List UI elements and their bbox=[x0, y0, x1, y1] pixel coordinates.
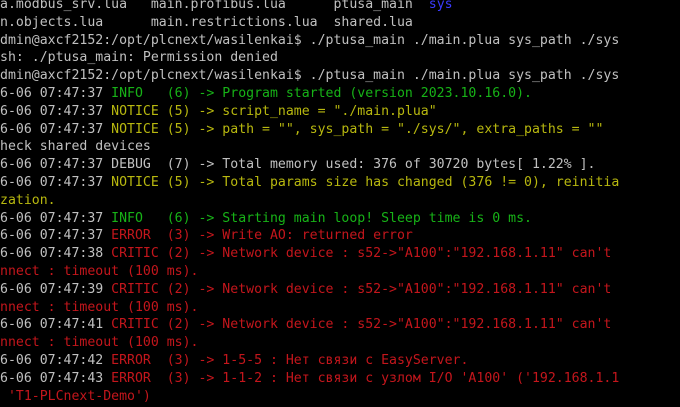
terminal-text: sys bbox=[428, 0, 453, 12]
terminal-text: 6-06 07:47:37 bbox=[0, 210, 112, 226]
terminal-output: a.modbus_srv.lua main.profibus.lua ptusa… bbox=[0, 0, 680, 405]
terminal-text: 6-06 07:47:38 bbox=[0, 246, 112, 262]
terminal-text: ERROR (3) -> 1-5-5 : Нет связи с EasySer… bbox=[111, 352, 469, 368]
terminal-line: zation. bbox=[0, 192, 680, 210]
terminal-text: 6-06 07:47:37 bbox=[0, 174, 112, 190]
terminal-line: a.modbus_srv.lua main.profibus.lua ptusa… bbox=[0, 0, 680, 14]
terminal-text: dmin@axcf2152:/opt/plcnext/wasilenkai$ .… bbox=[0, 32, 620, 48]
terminal-line: heck shared devices bbox=[0, 138, 680, 156]
terminal-text: 6-06 07:47:37 bbox=[0, 85, 112, 101]
terminal-text: 6-06 07:47:37 bbox=[0, 103, 112, 119]
terminal-text: NOTICE (5) -> script_name = "./main.plua… bbox=[111, 103, 437, 119]
terminal-line: n.objects.lua main.restrictions.lua shar… bbox=[0, 14, 680, 32]
terminal-line: 6-06 07:47:37 DEBUG (7) -> Total memory … bbox=[0, 156, 680, 174]
terminal-text: CRITIC (2) -> Network device : s52->"A10… bbox=[111, 281, 612, 297]
terminal-text: ERROR (3) -> 1-1-2 : Нет связи с узлом I… bbox=[111, 370, 620, 386]
terminal-text: nnect : timeout (100 ms). bbox=[0, 263, 199, 279]
terminal-text: INFO (6) -> Starting main loop! Sleep ti… bbox=[111, 210, 532, 226]
terminal-text: 6-06 07:47:37 DEBUG (7) -> Total memory … bbox=[0, 157, 596, 173]
terminal-text: CRITIC (2) -> Network device : s52->"A10… bbox=[111, 317, 612, 333]
terminal-line: 6-06 07:47:41 CRITIC (2) -> Network devi… bbox=[0, 316, 680, 334]
terminal-text: 6-06 07:47:43 bbox=[0, 370, 112, 386]
terminal-text: heck shared devices bbox=[0, 139, 151, 155]
terminal-text: a.modbus_srv.lua main.profibus.lua ptusa… bbox=[0, 0, 429, 12]
terminal-text: sh: ./ptusa_main: Permission denied bbox=[0, 50, 278, 66]
terminal-line: dmin@axcf2152:/opt/plcnext/wasilenkai$ .… bbox=[0, 32, 680, 50]
terminal-line: 6-06 07:47:37 NOTICE (5) -> script_name … bbox=[0, 103, 680, 121]
terminal-text: ERROR (3) -> Write AO: returned error bbox=[111, 228, 413, 244]
terminal-line: 'T1-PLCnext-Demo') bbox=[0, 388, 680, 406]
terminal-text: zation. bbox=[0, 192, 56, 208]
terminal-line: dmin@axcf2152:/opt/plcnext/wasilenkai$ .… bbox=[0, 67, 680, 85]
terminal-line: 6-06 07:47:39 CRITIC (2) -> Network devi… bbox=[0, 281, 680, 299]
terminal-text: 6-06 07:47:37 bbox=[0, 121, 112, 137]
terminal-text: 6-06 07:47:39 bbox=[0, 281, 112, 297]
terminal-text: nnect : timeout (100 ms). bbox=[0, 335, 199, 351]
terminal-text: NOTICE (5) -> Total params size has chan… bbox=[111, 174, 620, 190]
terminal-text: n.objects.lua main.restrictions.lua shar… bbox=[0, 14, 413, 30]
terminal-line: nnect : timeout (100 ms). bbox=[0, 299, 680, 317]
terminal-line: 6-06 07:47:37 NOTICE (5) -> path = "", s… bbox=[0, 121, 680, 139]
terminal-line: sh: ./ptusa_main: Permission denied bbox=[0, 49, 680, 67]
terminal-text: INFO (6) -> Program started (version 202… bbox=[111, 85, 532, 101]
terminal-line: 6-06 07:47:37 ERROR (3) -> Write AO: ret… bbox=[0, 227, 680, 245]
terminal-line: nnect : timeout (100 ms). bbox=[0, 263, 680, 281]
terminal-line: 6-06 07:47:37 NOTICE (5) -> Total params… bbox=[0, 174, 680, 192]
terminal-line: 6-06 07:47:37 INFO (6) -> Starting main … bbox=[0, 210, 680, 228]
terminal-text: 6-06 07:47:42 bbox=[0, 352, 112, 368]
terminal-line: 6-06 07:47:43 ERROR (3) -> 1-1-2 : Нет с… bbox=[0, 370, 680, 388]
terminal-text: CRITIC (2) -> Network device : s52->"A10… bbox=[111, 246, 612, 262]
terminal-text: dmin@axcf2152:/opt/plcnext/wasilenkai$ .… bbox=[0, 68, 620, 84]
terminal-text: 6-06 07:47:37 bbox=[0, 228, 112, 244]
terminal-line: nnect : timeout (100 ms). bbox=[0, 334, 680, 352]
terminal-line: 6-06 07:47:42 ERROR (3) -> 1-5-5 : Нет с… bbox=[0, 352, 680, 370]
terminal-text: 6-06 07:47:41 bbox=[0, 317, 112, 333]
terminal-window[interactable]: a.modbus_srv.lua main.profibus.lua ptusa… bbox=[0, 0, 680, 407]
terminal-line: 6-06 07:47:37 INFO (6) -> Program starte… bbox=[0, 85, 680, 103]
terminal-text: nnect : timeout (100 ms). bbox=[0, 299, 199, 315]
terminal-line: 6-06 07:47:38 CRITIC (2) -> Network devi… bbox=[0, 245, 680, 263]
terminal-text: 'T1-PLCnext-Demo') bbox=[0, 388, 151, 404]
terminal-text: NOTICE (5) -> path = "", sys_path = "./s… bbox=[111, 121, 604, 137]
